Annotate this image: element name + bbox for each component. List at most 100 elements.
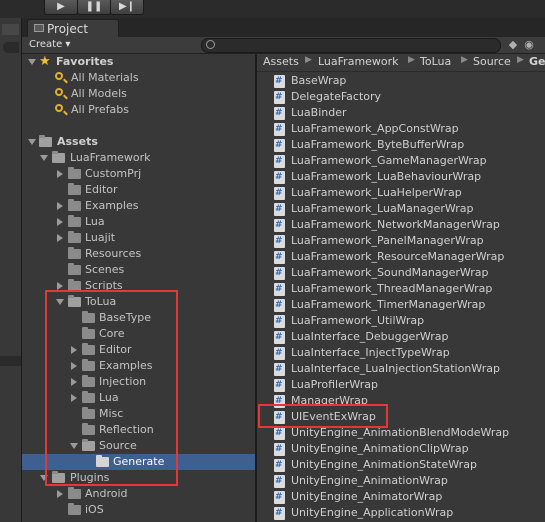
file-name: LuaFramework_ByteBufferWrap — [291, 138, 465, 151]
step-icon: ▶❙ — [118, 1, 136, 12]
file-name: LuaFramework_LuaManagerWrap — [291, 202, 474, 215]
file-name: LuaFramework_ResourceManagerWrap — [291, 250, 505, 263]
expand-arrow-icon[interactable] — [28, 59, 36, 65]
folder-icon — [68, 183, 81, 195]
breadcrumb-item[interactable]: Source — [473, 55, 511, 68]
breadcrumb-item-current[interactable]: Ge — [529, 55, 545, 68]
folder-open-icon — [39, 135, 52, 147]
breadcrumb-item[interactable]: LuaFramework — [318, 55, 399, 68]
tree-row-luaframework[interactable]: LuaFramework — [22, 150, 255, 166]
csharp-script-icon — [274, 442, 285, 456]
folder-open-icon — [52, 151, 65, 163]
pause-button[interactable]: ❚❚ — [77, 0, 111, 15]
collapse-arrow-icon[interactable] — [57, 170, 63, 178]
file-name: UnityEngine_AnimationClipWrap — [291, 442, 469, 455]
favorite-item[interactable]: All Models — [22, 86, 255, 102]
tree-row-favorites[interactable]: ★ Favorites — [22, 54, 255, 70]
main-toolbar: ▶ ❚❚ ▶❙ — [0, 0, 545, 18]
breadcrumb-separator-icon: ▶ — [517, 55, 524, 65]
folder-label: Scenes — [85, 263, 125, 276]
breadcrumb-separator-icon: ▶ — [305, 55, 312, 65]
assets-label: Assets — [57, 135, 98, 148]
left-dock-strip — [0, 18, 22, 522]
folder-icon — [68, 487, 81, 499]
folder-icon — [68, 199, 81, 211]
tree-row-folder[interactable]: Luajit — [22, 230, 255, 246]
csharp-script-icon — [274, 74, 285, 88]
folder-icon — [68, 247, 81, 259]
breadcrumb-separator-icon: ▶ — [408, 55, 415, 65]
tree-row-folder[interactable]: iOS — [22, 502, 255, 518]
tree-row-folder[interactable]: Editor — [22, 182, 255, 198]
collapse-arrow-icon[interactable] — [57, 202, 63, 210]
file-name: BaseWrap — [291, 74, 347, 87]
file-name: LuaProfilerWrap — [291, 378, 379, 391]
collapse-arrow-icon[interactable] — [57, 490, 63, 498]
tree-row-folder[interactable]: Resources — [22, 246, 255, 262]
csharp-script-icon — [274, 490, 285, 504]
filter-by-type-icon[interactable]: ◆ — [506, 38, 520, 51]
play-button[interactable]: ▶ — [44, 0, 78, 15]
tab-project-label: Project — [47, 22, 89, 36]
file-name: UnityEngine_AnimationWrap — [291, 474, 448, 487]
csharp-script-icon — [274, 218, 285, 232]
csharp-script-icon — [274, 186, 285, 200]
tab-project[interactable]: Project — [27, 19, 119, 37]
tree-row-folder[interactable]: Lua — [22, 214, 255, 230]
favorite-item-label: All Materials — [71, 71, 139, 84]
csharp-script-icon — [274, 266, 285, 280]
breadcrumb-item[interactable]: Assets — [263, 55, 299, 68]
collapse-arrow-icon[interactable] — [57, 218, 63, 226]
expand-arrow-icon[interactable] — [40, 155, 48, 161]
file-name: LuaFramework_TimerManagerWrap — [291, 298, 486, 311]
collapse-arrow-icon[interactable] — [57, 234, 63, 242]
folder-icon — [68, 503, 81, 515]
collapse-arrow-icon[interactable] — [57, 282, 63, 290]
csharp-script-icon — [274, 314, 285, 328]
tree-row-assets[interactable]: Assets — [22, 134, 255, 150]
filter-by-label-icon[interactable]: ◉ — [522, 38, 536, 51]
step-button[interactable]: ▶❙ — [110, 0, 144, 15]
expand-arrow-icon[interactable] — [28, 139, 36, 145]
csharp-script-icon — [274, 282, 285, 296]
file-name: LuaInterface_InjectTypeWrap — [291, 346, 450, 359]
tree-row-folder[interactable]: Android — [22, 486, 255, 502]
folder-label: Editor — [85, 183, 118, 196]
tree-row-folder[interactable]: CustomPrj — [22, 166, 255, 182]
folder-icon — [68, 231, 81, 243]
csharp-script-icon — [274, 154, 285, 168]
favorite-item[interactable]: All Materials — [22, 70, 255, 86]
breadcrumb-item[interactable]: ToLua — [420, 55, 451, 68]
folder-label: CustomPrj — [85, 167, 142, 180]
folder-icon — [68, 167, 81, 179]
csharp-script-icon — [274, 458, 285, 472]
file-name: UnityEngine_AnimationStateWrap — [291, 458, 477, 471]
file-name: LuaFramework_GameManagerWrap — [291, 154, 487, 167]
search-filter-icon — [55, 88, 63, 96]
csharp-script-icon — [274, 202, 285, 216]
folder-label: Luajit — [85, 231, 116, 244]
file-name: LuaFramework_AppConstWrap — [291, 122, 459, 135]
file-name: LuaFramework_LuaBehaviourWrap — [291, 170, 482, 183]
breadcrumb-separator-icon: ▶ — [461, 55, 468, 65]
tree-row-folder[interactable]: Examples — [22, 198, 255, 214]
csharp-script-icon — [274, 106, 285, 120]
search-filter-icon — [55, 104, 63, 112]
csharp-script-icon — [274, 234, 285, 248]
star-icon: ★ — [39, 54, 51, 69]
file-name: UnityEngine_ApplicationWrap — [291, 506, 454, 519]
csharp-script-icon — [274, 138, 285, 152]
left-subpanel-bar — [0, 356, 21, 366]
left-dock-button[interactable] — [2, 24, 19, 35]
file-name: DelegateFactory — [291, 90, 382, 103]
csharp-script-icon — [274, 362, 285, 376]
tree-row-folder[interactable]: Scenes — [22, 262, 255, 278]
file-name: LuaFramework_LuaHelperWrap — [291, 186, 462, 199]
csharp-script-icon — [274, 330, 285, 344]
create-dropdown-button[interactable]: Create ▾ — [29, 38, 70, 52]
csharp-script-icon — [274, 298, 285, 312]
folder-icon — [68, 263, 81, 275]
left-dock-search[interactable] — [3, 42, 19, 53]
search-input[interactable] — [201, 38, 501, 53]
favorite-item[interactable]: All Prefabs — [22, 102, 255, 118]
